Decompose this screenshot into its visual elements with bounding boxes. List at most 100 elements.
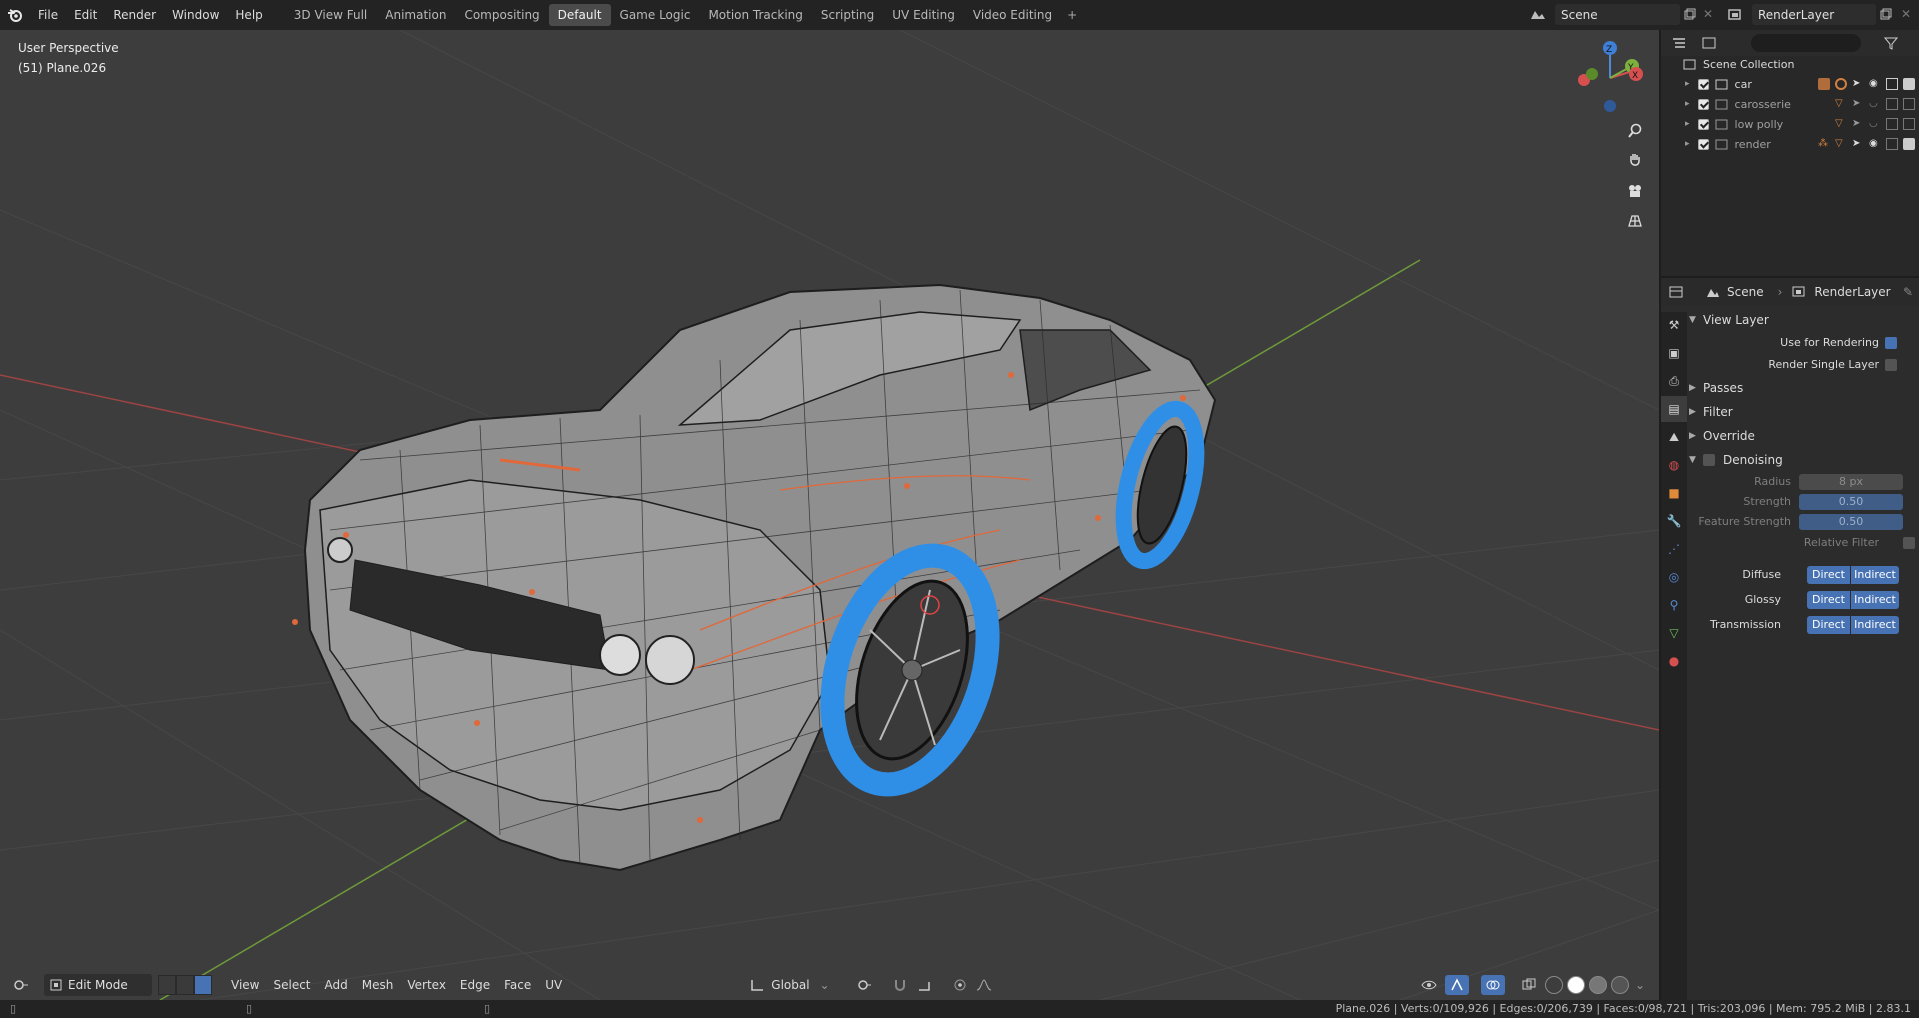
render-tab-icon[interactable]: ▣: [1661, 340, 1687, 366]
view-layer-tab-icon[interactable]: ▤: [1661, 396, 1687, 422]
solid-shading-button[interactable]: [1566, 976, 1585, 994]
glossy-indirect-button[interactable]: Indirect: [1851, 591, 1899, 609]
viewport-monitor-icon[interactable]: [1886, 98, 1898, 110]
expand-arrow-icon[interactable]: ▸: [1685, 119, 1690, 129]
menu-uv[interactable]: UV: [538, 974, 569, 996]
snap-target-icon[interactable]: [912, 978, 936, 992]
transmission-indirect-button[interactable]: Indirect: [1851, 616, 1899, 634]
tab-compositing[interactable]: Compositing: [455, 4, 548, 26]
tab-scripting[interactable]: Scripting: [812, 4, 883, 26]
navigation-gizmo[interactable]: Z Y X: [1570, 36, 1650, 126]
transform-orientation-selector[interactable]: Global ⌄: [749, 978, 830, 992]
tab-video-editing[interactable]: Video Editing: [964, 4, 1061, 26]
expand-arrow-icon[interactable]: ▸: [1685, 139, 1690, 149]
render-camera-icon[interactable]: [1903, 98, 1915, 110]
new-scene-icon[interactable]: [1682, 6, 1698, 22]
glossy-direct-button[interactable]: Direct: [1807, 591, 1851, 609]
passes-panel-header[interactable]: ▶ Passes: [1689, 376, 1919, 400]
tab-uv-editing[interactable]: UV Editing: [883, 4, 964, 26]
material-preview-button[interactable]: [1588, 976, 1607, 994]
world-tab-icon[interactable]: ◍: [1661, 452, 1687, 478]
scene-collection-row[interactable]: Scene Collection: [1661, 54, 1919, 74]
object-tab-icon[interactable]: ■: [1661, 480, 1687, 506]
expand-arrow-icon[interactable]: ▸: [1685, 99, 1690, 109]
eye-icon[interactable]: ◉: [1869, 78, 1881, 90]
collection-row-render[interactable]: ▸ render ⁂ ▽ ➤ ◉: [1661, 134, 1919, 154]
view-layer-panel-header[interactable]: ▼ View Layer: [1689, 308, 1919, 332]
scene-selector[interactable]: Scene: [1555, 4, 1680, 25]
collection-exclude-checkbox[interactable]: [1697, 78, 1709, 90]
viewport-monitor-icon[interactable]: [1886, 118, 1898, 130]
eye-closed-icon[interactable]: ◡: [1869, 118, 1881, 130]
collection-row-carosserie[interactable]: ▸ carosserie ▽ ➤ ◡: [1661, 94, 1919, 114]
add-workspace-button[interactable]: +: [1061, 4, 1083, 26]
diffuse-indirect-button[interactable]: Indirect: [1851, 566, 1899, 584]
render-single-layer-checkbox[interactable]: [1885, 359, 1897, 371]
blender-logo-icon[interactable]: [0, 0, 30, 30]
render-camera-icon[interactable]: [1903, 78, 1915, 90]
snap-magnet-icon[interactable]: [888, 978, 912, 992]
select-arrow-icon[interactable]: ➤: [1852, 138, 1864, 150]
render-camera-icon[interactable]: [1903, 118, 1915, 130]
select-arrow-icon[interactable]: ➤: [1852, 98, 1864, 110]
material-tab-icon[interactable]: ●: [1661, 648, 1687, 674]
denoising-checkbox[interactable]: [1703, 454, 1715, 466]
radius-field[interactable]: 8 px: [1799, 474, 1903, 490]
diffuse-direct-button[interactable]: Direct: [1807, 566, 1851, 584]
gizmo-toggle-icon[interactable]: [1444, 975, 1469, 995]
select-arrow-icon[interactable]: ➤: [1852, 78, 1864, 90]
delete-view-layer-icon[interactable]: ✕: [1898, 6, 1914, 22]
tab-3d-view-full[interactable]: 3D View Full: [285, 4, 377, 26]
collection-exclude-checkbox[interactable]: [1697, 118, 1709, 130]
physics-tab-icon[interactable]: ◎: [1661, 564, 1687, 590]
filter-panel-header[interactable]: ▶ Filter: [1689, 400, 1919, 424]
overlays-toggle-icon[interactable]: [1480, 975, 1505, 995]
outliner-editor-type-icon[interactable]: [1667, 37, 1691, 49]
override-panel-header[interactable]: ▶ Override: [1689, 424, 1919, 448]
visibility-eye-icon[interactable]: [1417, 979, 1441, 991]
menu-help[interactable]: Help: [227, 4, 270, 26]
menu-view[interactable]: View: [224, 974, 266, 996]
menu-vertex[interactable]: Vertex: [400, 974, 453, 996]
menu-file[interactable]: File: [30, 4, 66, 26]
pin-icon[interactable]: ✎: [1903, 285, 1913, 299]
relative-filter-checkbox[interactable]: [1903, 537, 1915, 549]
delete-scene-icon[interactable]: ✕: [1700, 6, 1716, 22]
view-layer-selector[interactable]: RenderLayer: [1752, 4, 1876, 25]
transmission-direct-button[interactable]: Direct: [1807, 616, 1851, 634]
properties-editor-type-icon[interactable]: [1661, 286, 1691, 298]
constraints-tab-icon[interactable]: ⚲: [1661, 592, 1687, 618]
tab-animation[interactable]: Animation: [376, 4, 455, 26]
menu-mesh[interactable]: Mesh: [355, 974, 401, 996]
collection-row-car[interactable]: ▸ car ➤ ◉: [1661, 74, 1919, 94]
rendered-shading-button[interactable]: [1610, 976, 1629, 994]
menu-render[interactable]: Render: [105, 4, 164, 26]
display-mode-icon[interactable]: [1697, 37, 1721, 49]
pan-hand-icon[interactable]: [1622, 147, 1648, 173]
scene-tab-icon[interactable]: ⛰: [1661, 424, 1687, 450]
menu-add[interactable]: Add: [318, 974, 355, 996]
mode-selector[interactable]: Edit Mode: [44, 974, 152, 996]
tab-game-logic[interactable]: Game Logic: [611, 4, 700, 26]
filter-icon[interactable]: [1879, 36, 1903, 50]
ortho-grid-icon[interactable]: [1622, 208, 1648, 234]
tab-motion-tracking[interactable]: Motion Tracking: [699, 4, 811, 26]
menu-edit[interactable]: Edit: [66, 4, 105, 26]
shading-options-chevron-icon[interactable]: ⌄: [1635, 978, 1645, 992]
falloff-curve-icon[interactable]: [972, 979, 996, 991]
denoising-panel-header[interactable]: ▼ Denoising: [1689, 448, 1919, 472]
modifier-tab-icon[interactable]: 🔧: [1661, 508, 1687, 534]
zoom-icon[interactable]: [1622, 118, 1648, 144]
tool-tab-icon[interactable]: ⚒: [1661, 312, 1687, 338]
particles-tab-icon[interactable]: ⋰: [1661, 536, 1687, 562]
edge-select-button[interactable]: [176, 975, 194, 995]
data-tab-icon[interactable]: ▽: [1661, 620, 1687, 646]
vertex-select-button[interactable]: [158, 975, 176, 995]
wireframe-shading-button[interactable]: [1544, 976, 1563, 994]
camera-view-icon[interactable]: [1622, 178, 1648, 204]
collection-row-low-polly[interactable]: ▸ low polly ▽ ➤ ◡: [1661, 114, 1919, 134]
view-layer-browse-icon[interactable]: [1722, 6, 1748, 24]
tab-default[interactable]: Default: [548, 4, 611, 26]
new-view-layer-icon[interactable]: [1878, 6, 1894, 22]
expand-arrow-icon[interactable]: ▸: [1685, 79, 1690, 89]
